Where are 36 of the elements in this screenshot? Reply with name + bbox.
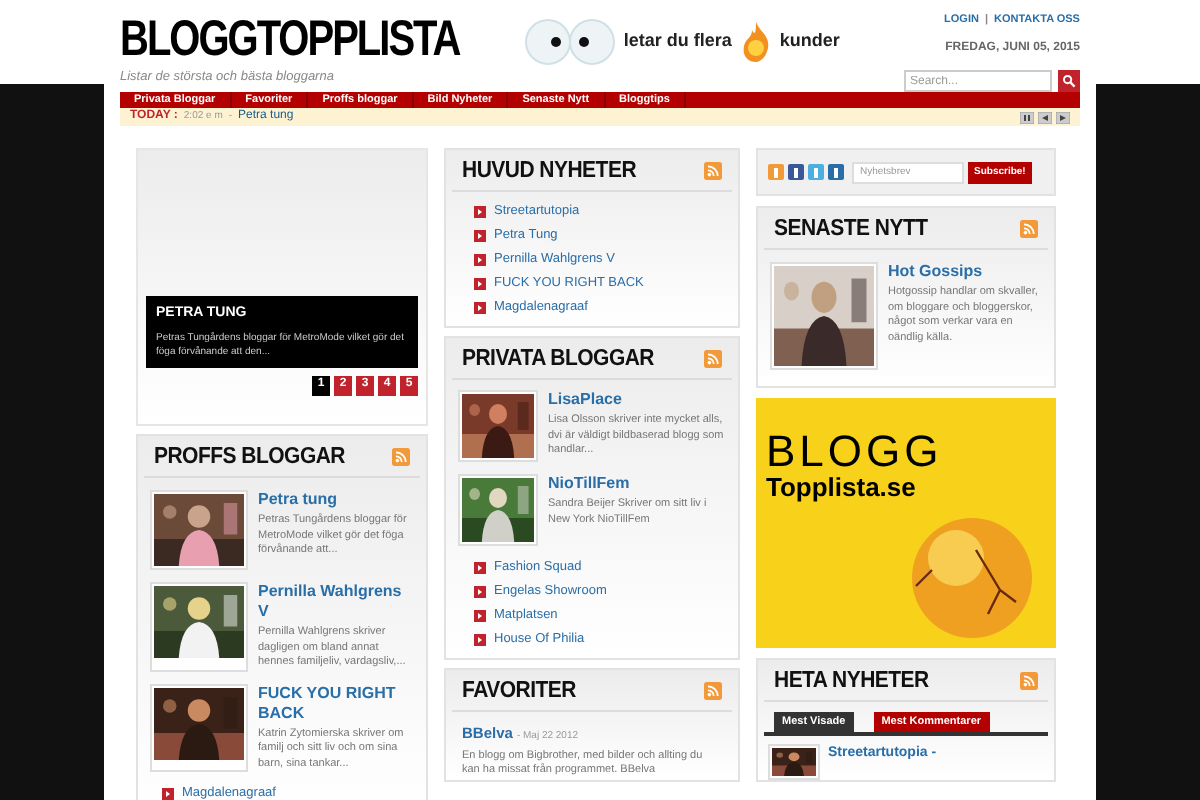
bullet-icon [474, 609, 486, 622]
post-title[interactable]: NioTillFem [548, 474, 726, 495]
widget-title: HUVUD NYHETER [462, 155, 637, 186]
flame-icon [739, 20, 772, 64]
promo-banner[interactable]: BLOGG Topplista.se [756, 398, 1056, 649]
post-title[interactable]: Petra tung [258, 490, 414, 511]
eyes-icon [523, 16, 616, 68]
ad-text: letar du flera [623, 28, 732, 55]
post-title[interactable]: LisaPlace [548, 390, 726, 411]
bullet-icon [474, 277, 486, 290]
bullet-icon [474, 205, 486, 218]
bullet-icon [162, 787, 174, 800]
widget-title: HETA NYHETER [774, 665, 929, 696]
bullet-icon [474, 585, 486, 598]
site-logo[interactable]: BLOGGTOPPLISTA [120, 12, 460, 67]
bullet-icon [474, 229, 486, 242]
prev-icon[interactable] [1038, 111, 1052, 124]
search-icon [1061, 74, 1076, 89]
bullet-icon [474, 633, 486, 646]
ad-text: kunder [779, 28, 840, 55]
widget-title: PRIVATA BLOGGAR [462, 343, 655, 374]
widget-title: FAVORITER [462, 675, 576, 706]
bullet-icon [474, 253, 486, 266]
post-title[interactable]: Hot Gossips [888, 262, 1042, 283]
banner-text: Topplista.se [766, 474, 918, 503]
widget-title: SENASTE NYTT [774, 213, 928, 244]
ad-banner[interactable]: letar du flera kunder [523, 16, 840, 68]
next-icon[interactable] [1056, 111, 1070, 124]
bullet-icon [474, 301, 486, 314]
post-title[interactable]: FUCK YOU RIGHT BACK [258, 683, 414, 724]
pause-icon[interactable] [1020, 111, 1034, 124]
bullet-icon [474, 561, 486, 574]
widget-title: PROFFS BLOGGAR [154, 441, 345, 472]
banner-text: BLOGG [766, 430, 945, 475]
search-button[interactable] [1057, 70, 1080, 93]
post-title[interactable]: Pernilla Wahlgrens V [258, 582, 414, 623]
